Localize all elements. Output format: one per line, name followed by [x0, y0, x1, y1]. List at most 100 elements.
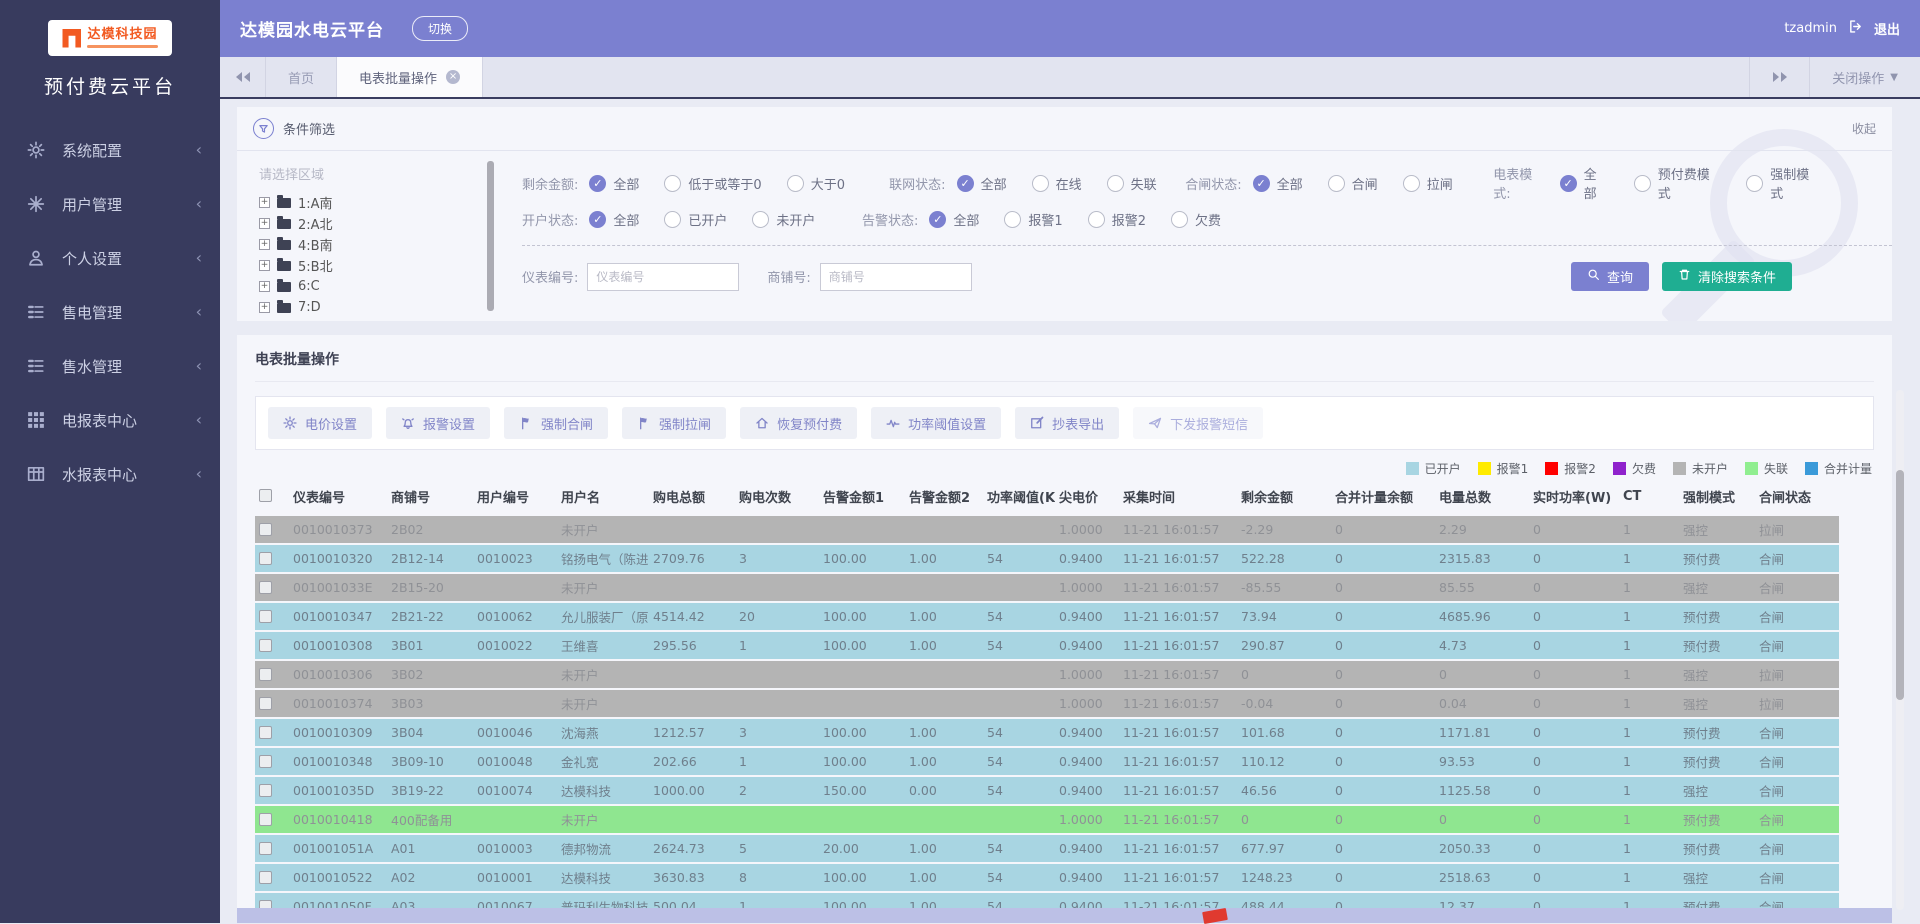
- radio-label: 全部: [981, 174, 1007, 193]
- toolbar-button-1[interactable]: 报警设置: [386, 407, 490, 439]
- sidebar-item-system-config[interactable]: 系统配置‹: [0, 123, 220, 177]
- tree-expander-icon[interactable]: +: [259, 281, 270, 292]
- radio-account-state-0[interactable]: ✓全部: [589, 210, 639, 229]
- table-cell: 54: [983, 777, 1055, 804]
- radio-balance-0[interactable]: ✓全部: [589, 174, 639, 193]
- radio-network-1[interactable]: ✓在线: [1032, 174, 1082, 193]
- sidebar-item-water-sales[interactable]: 售水管理‹: [0, 339, 220, 393]
- radio-meter-mode-2[interactable]: ✓强制模式: [1746, 164, 1821, 202]
- legend-item: 欠费: [1613, 460, 1656, 477]
- radio-alert-state-1[interactable]: ✓报警1: [1004, 210, 1062, 229]
- tab-meter-batch[interactable]: 电表批量操作 ×: [337, 57, 483, 97]
- row-checkbox[interactable]: [259, 668, 272, 681]
- sidebar-item-electricity-sales[interactable]: 售电管理‹: [0, 285, 220, 339]
- tab-bar: 首页 电表批量操作 × 关闭操作▼: [220, 57, 1920, 99]
- row-checkbox[interactable]: [259, 552, 272, 565]
- column-header: 剩余金额: [1237, 479, 1331, 514]
- sidebar-item-electricity-report-center[interactable]: 电报表中心‹: [0, 393, 220, 447]
- radio-meter-mode-0[interactable]: ✓全部: [1560, 164, 1609, 202]
- collapse-link[interactable]: 收起: [1852, 120, 1876, 137]
- row-checkbox[interactable]: [259, 610, 272, 623]
- table-cell: 合闸: [1755, 806, 1839, 833]
- table-cell: [735, 806, 819, 833]
- table-cell: 德邦物流: [557, 835, 649, 862]
- tree-node[interactable]: +6:C: [259, 276, 487, 297]
- tree-node[interactable]: +4:B南: [259, 234, 487, 255]
- row-checkbox[interactable]: [259, 755, 272, 768]
- row-checkbox[interactable]: [259, 523, 272, 536]
- send-sms-icon: [1148, 416, 1162, 430]
- table-cell: 2518.63: [1435, 864, 1529, 891]
- logo-icon: [62, 29, 81, 48]
- radio-meter-mode-1[interactable]: ✓预付费模式: [1634, 164, 1722, 202]
- radio-account-state-2[interactable]: ✓未开户: [752, 210, 815, 229]
- radio-network-2[interactable]: ✓失联: [1107, 174, 1157, 193]
- toolbar-button-5[interactable]: 功率阈值设置: [871, 407, 1001, 439]
- table-cell: 0010010309: [289, 719, 387, 746]
- table-cell: 合闸: [1755, 835, 1839, 862]
- switch-button[interactable]: 切换: [412, 16, 468, 41]
- table-cell: 强控: [1679, 574, 1755, 601]
- query-button[interactable]: 查询: [1571, 262, 1649, 291]
- row-checkbox[interactable]: [259, 784, 272, 797]
- tree-expander-icon[interactable]: +: [259, 239, 270, 250]
- toolbar-button-6[interactable]: 抄表导出: [1015, 407, 1119, 439]
- toolbar-button-0[interactable]: 电价设置: [268, 407, 372, 439]
- tree-node[interactable]: +2:A北: [259, 213, 487, 234]
- radio-balance-1[interactable]: ✓低于或等于0: [664, 174, 761, 193]
- tree-node[interactable]: +7:D: [259, 297, 487, 318]
- tree-scrollbar[interactable]: [487, 161, 494, 311]
- tree-expander-icon[interactable]: +: [259, 260, 270, 271]
- radio-account-state-1[interactable]: ✓已开户: [664, 210, 727, 229]
- table-cell: 93.53: [1435, 748, 1529, 775]
- tree-node[interactable]: +1:A南: [259, 192, 487, 213]
- row-checkbox[interactable]: [259, 813, 272, 826]
- tree-expander-icon[interactable]: +: [259, 218, 270, 229]
- tree-node[interactable]: +5:B北: [259, 255, 487, 276]
- table-cell: 0010001: [473, 864, 557, 891]
- logout-button[interactable]: 退出: [1874, 19, 1900, 38]
- row-checkbox[interactable]: [259, 871, 272, 884]
- radio-network-0[interactable]: ✓全部: [957, 174, 1007, 193]
- toolbar-button-2[interactable]: 强制合闸: [504, 407, 608, 439]
- radio-switch-state-2[interactable]: ✓拉闸: [1403, 174, 1453, 193]
- radio-switch-state-1[interactable]: ✓合闸: [1328, 174, 1378, 193]
- tabs-scroll-left-icon[interactable]: [220, 57, 266, 97]
- toolbar-button-3[interactable]: 强制拉闸: [622, 407, 726, 439]
- tab-close-icon[interactable]: ×: [446, 70, 460, 84]
- close-operations-dropdown[interactable]: 关闭操作▼: [1809, 57, 1920, 97]
- row-checkbox[interactable]: [259, 639, 272, 652]
- table-cell: 400配备用: [387, 806, 473, 833]
- row-checkbox[interactable]: [259, 581, 272, 594]
- sidebar-item-water-report-center[interactable]: 水报表中心‹: [0, 447, 220, 501]
- tab-home[interactable]: 首页: [266, 57, 337, 97]
- row-checkbox[interactable]: [259, 697, 272, 710]
- tree-expander-icon[interactable]: +: [259, 302, 270, 313]
- page-scrollbar-thumb[interactable]: [1896, 470, 1904, 700]
- radio-switch-state-0[interactable]: ✓全部: [1253, 174, 1303, 193]
- tabs-scroll-right-icon[interactable]: [1749, 57, 1809, 97]
- table-cell: [983, 806, 1055, 833]
- radio-balance-2[interactable]: ✓大于0: [787, 174, 845, 193]
- sidebar-item-personal-settings[interactable]: 个人设置‹: [0, 231, 220, 285]
- flag-icon: [637, 416, 651, 430]
- toolbar-button-4[interactable]: 恢复预付费: [740, 407, 857, 439]
- clear-search-button[interactable]: 清除搜索条件: [1662, 262, 1792, 291]
- table-cell: 1.00: [905, 748, 983, 775]
- legend-swatch: [1545, 462, 1558, 475]
- row-checkbox[interactable]: [259, 842, 272, 855]
- toolbar-button-7[interactable]: 下发报警短信: [1133, 407, 1263, 439]
- meter-no-input[interactable]: [587, 263, 739, 291]
- table-cell: [735, 516, 819, 543]
- grid-icon: [27, 411, 45, 429]
- radio-alert-state-0[interactable]: ✓全部: [929, 210, 979, 229]
- shop-no-input[interactable]: [820, 263, 972, 291]
- select-all-checkbox[interactable]: [259, 489, 272, 502]
- sidebar-item-user-management[interactable]: 用户管理‹: [0, 177, 220, 231]
- tree-expander-icon[interactable]: +: [259, 197, 270, 208]
- radio-alert-state-3[interactable]: ✓欠费: [1171, 210, 1221, 229]
- radio-alert-state-2[interactable]: ✓报警2: [1088, 210, 1146, 229]
- row-checkbox[interactable]: [259, 726, 272, 739]
- table-cell: [905, 690, 983, 717]
- table-cell: 46.56: [1237, 777, 1331, 804]
